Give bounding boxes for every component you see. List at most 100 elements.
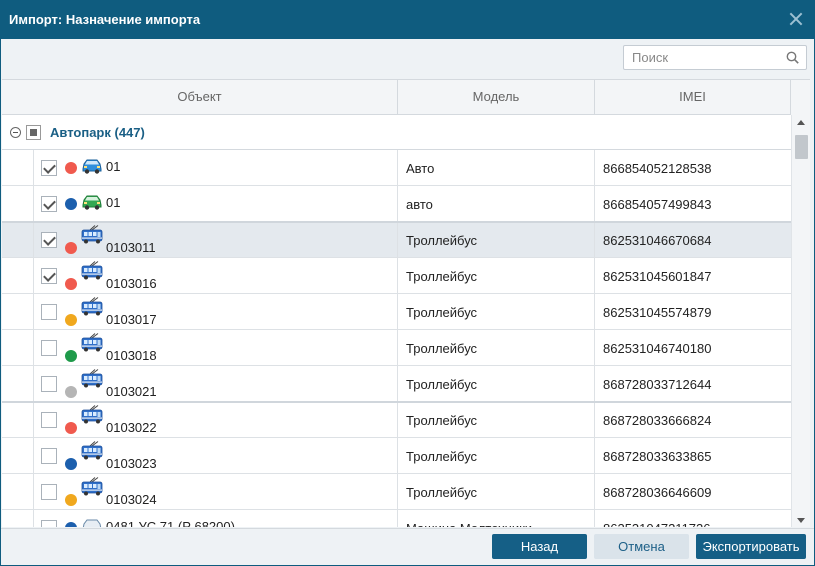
- search-input[interactable]: [632, 49, 782, 66]
- import-dialog: Импорт: Назначение импорта Объект Модель…: [0, 0, 815, 566]
- search-box: [623, 45, 807, 70]
- header-scroll-corner: [791, 80, 810, 115]
- object-name: 0103017: [106, 312, 157, 327]
- model-cell: Троллейбус: [398, 330, 595, 365]
- tree-line: [33, 474, 34, 509]
- object-name: 01: [106, 159, 121, 174]
- table-row[interactable]: 01 Авто 866854052128538: [2, 150, 791, 186]
- imei-text: 868728033666824: [603, 413, 712, 428]
- trolleybus-icon: [81, 441, 103, 461]
- row-checkbox[interactable]: [41, 196, 57, 212]
- trolleybus-icon: [81, 369, 103, 389]
- tree-line: [33, 510, 34, 527]
- status-dot: [65, 494, 77, 506]
- imei-cell: 862531045601847: [595, 258, 791, 293]
- row-checkbox[interactable]: [41, 232, 57, 248]
- collapse-icon[interactable]: [10, 127, 21, 138]
- object-name: 0481 УС 71 (Р 68200): [106, 519, 235, 527]
- tree-line: [33, 438, 34, 473]
- object-name: 0103011: [106, 240, 156, 255]
- table-row[interactable]: 0103018 Троллейбус 862531046740180: [2, 330, 791, 366]
- row-checkbox[interactable]: [41, 304, 57, 320]
- model-text: Троллейбус: [406, 485, 478, 500]
- model-cell: Авто: [398, 150, 595, 185]
- table-row[interactable]: 0103017 Троллейбус 862531045574879: [2, 294, 791, 330]
- status-dot: [65, 278, 77, 290]
- column-header-object[interactable]: Объект: [2, 80, 398, 115]
- export-button[interactable]: Экспортировать: [696, 534, 806, 559]
- table-row[interactable]: 0103023 Троллейбус 868728033633865: [2, 438, 791, 474]
- object-name: 0103023: [106, 456, 157, 471]
- tree-line: [33, 186, 34, 221]
- row-checkbox[interactable]: [41, 268, 57, 284]
- imei-text: 862531047211726: [603, 521, 711, 527]
- row-checkbox[interactable]: [41, 160, 57, 176]
- model-cell: Машина Молтехники: [398, 510, 595, 527]
- model-text: Машина Молтехники: [406, 521, 532, 527]
- trolleybus-icon: [81, 261, 103, 281]
- row-checkbox[interactable]: [41, 412, 57, 428]
- table-row[interactable]: 01 авто 866854057499843: [2, 186, 791, 222]
- object-cell: 0103011: [2, 222, 398, 257]
- table-row[interactable]: 0103011 Троллейбус 862531046670684: [2, 222, 791, 258]
- model-text: авто: [406, 197, 433, 212]
- column-header-model[interactable]: Модель: [398, 80, 595, 115]
- table-row[interactable]: 0481 УС 71 (Р 68200) Машина Молтехники 862…: [2, 510, 791, 527]
- model-cell: Троллейбус: [398, 222, 595, 257]
- car-outline-icon: [81, 516, 103, 527]
- tree-line: [33, 330, 34, 365]
- table-row[interactable]: 0103022 Троллейбус 868728033666824: [2, 402, 791, 438]
- object-cell: 01: [2, 150, 398, 185]
- close-icon[interactable]: [786, 9, 806, 29]
- model-text: Троллейбус: [406, 449, 478, 464]
- back-button[interactable]: Назад: [492, 534, 587, 559]
- object-cell: 0103021: [2, 366, 398, 401]
- trolleybus-icon: [81, 333, 103, 353]
- car-blue-icon: [81, 156, 103, 176]
- dialog-titlebar: Импорт: Назначение импорта: [1, 1, 814, 39]
- object-name: 0103018: [106, 348, 157, 363]
- table-row[interactable]: 0103016 Троллейбус 862531045601847: [2, 258, 791, 294]
- group-row: Автопарк (447): [2, 115, 791, 150]
- imei-cell: 868728033666824: [595, 402, 791, 437]
- dialog-footer: Назад Отмена Экспортировать: [1, 528, 814, 565]
- tree-line: [33, 222, 34, 257]
- model-text: Троллейбус: [406, 377, 478, 392]
- row-checkbox[interactable]: [41, 520, 57, 527]
- row-checkbox[interactable]: [41, 340, 57, 356]
- tree-line: [33, 294, 34, 329]
- column-header-imei[interactable]: IMEI: [595, 80, 791, 115]
- object-name: 0103024: [106, 492, 157, 507]
- model-cell: Троллейбус: [398, 366, 595, 401]
- group-checkbox[interactable]: [26, 125, 41, 140]
- model-cell: Троллейбус: [398, 474, 595, 509]
- imei-text: 862531045574879: [603, 305, 712, 320]
- tree-line: [33, 258, 34, 293]
- row-separator: [2, 401, 791, 403]
- imei-text: 866854052128538: [603, 161, 712, 176]
- object-name: 0103016: [106, 276, 157, 291]
- table-row[interactable]: 0103024 Троллейбус 868728036646609: [2, 474, 791, 510]
- scroll-thumb[interactable]: [795, 135, 808, 159]
- status-dot: [65, 350, 77, 362]
- status-dot: [65, 386, 77, 398]
- status-dot: [65, 242, 77, 254]
- row-separator: [2, 221, 791, 223]
- imei-text: 862531045601847: [603, 269, 712, 284]
- model-text: Троллейбус: [406, 305, 478, 320]
- imei-cell: 862531046740180: [595, 330, 791, 365]
- imei-text: 868728033633865: [603, 449, 712, 464]
- cancel-button[interactable]: Отмена: [594, 534, 689, 559]
- row-checkbox[interactable]: [41, 376, 57, 392]
- row-checkbox[interactable]: [41, 484, 57, 500]
- scroll-up-arrow-icon[interactable]: [797, 120, 805, 125]
- vertical-scrollbar[interactable]: [791, 115, 810, 527]
- row-checkbox[interactable]: [41, 448, 57, 464]
- search-icon[interactable]: [786, 51, 799, 64]
- model-cell: Троллейбус: [398, 258, 595, 293]
- trolleybus-icon: [81, 297, 103, 317]
- scroll-down-arrow-icon[interactable]: [797, 518, 805, 523]
- object-cell: 0103024: [2, 474, 398, 509]
- group-label[interactable]: Автопарк (447): [50, 125, 145, 140]
- table-row[interactable]: 0103021 Троллейбус 868728033712644: [2, 366, 791, 402]
